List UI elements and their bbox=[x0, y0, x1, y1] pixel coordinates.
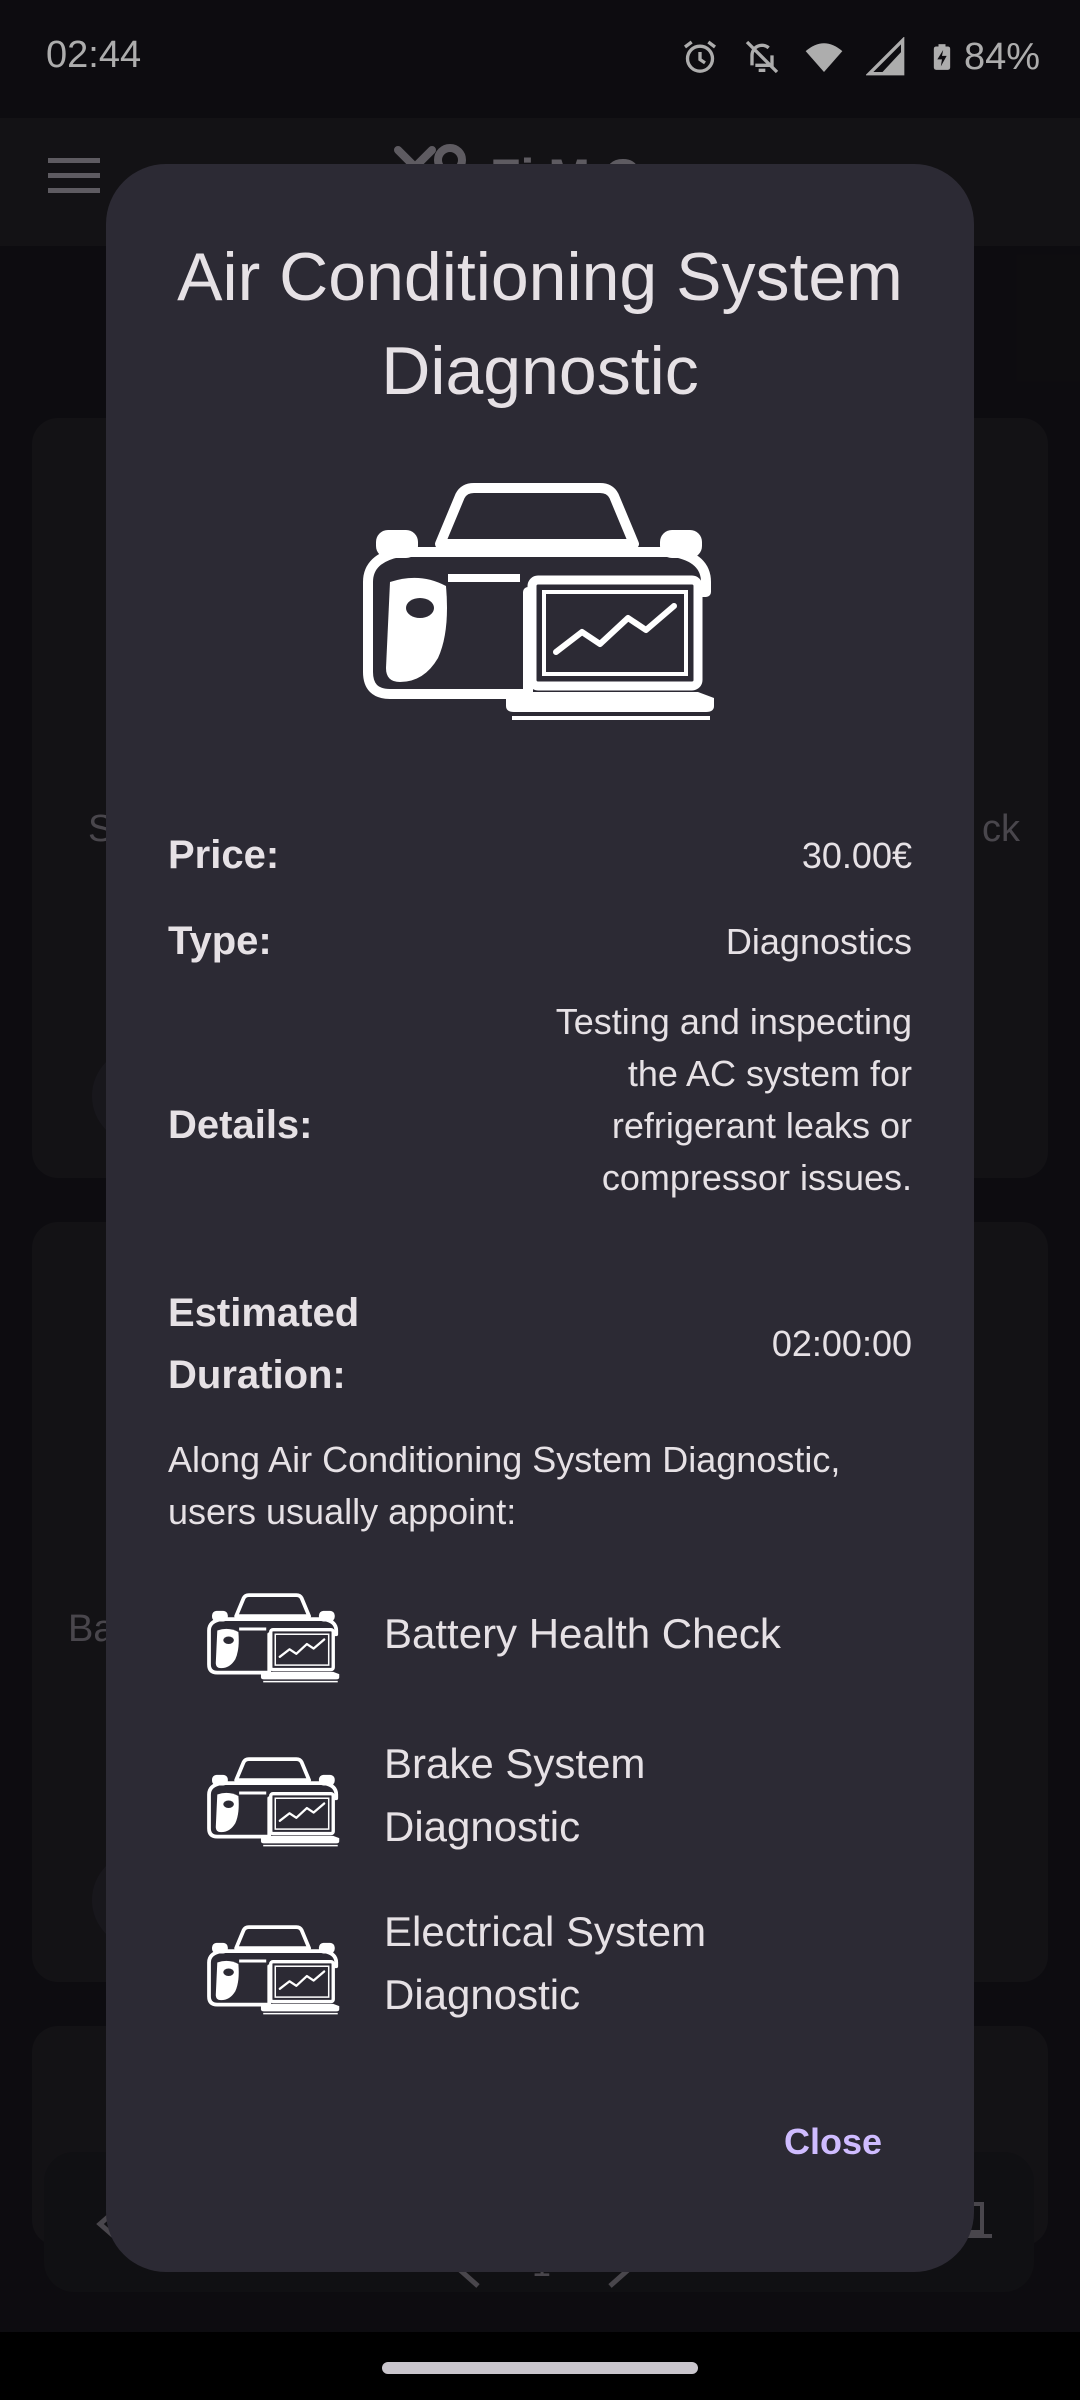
type-row: Type: Diagnostics bbox=[168, 910, 912, 972]
related-service-item[interactable]: Brake System Diagnostic bbox=[206, 1732, 886, 1872]
details-label: Details: bbox=[168, 1103, 313, 1147]
related-service-label: Electrical System Diagnostic bbox=[384, 1908, 707, 2018]
car-diagnostic-icon bbox=[206, 1756, 340, 1848]
price-row: Price: 30.00€ bbox=[168, 824, 912, 886]
price-label: Price: bbox=[168, 833, 280, 877]
duration-value: 02:00:00 bbox=[771, 1323, 912, 1364]
details-value: Testing and inspecting the AC system for… bbox=[555, 1001, 912, 1198]
service-details-dialog: Air Conditioning System Diagnostic Price… bbox=[106, 164, 974, 2272]
type-value: Diagnostics bbox=[725, 921, 912, 962]
related-service-label: Battery Health Check bbox=[384, 1610, 781, 1657]
close-button[interactable]: Close bbox=[758, 2100, 908, 2184]
price-value: 30.00€ bbox=[801, 835, 912, 876]
along-text: Along Air Conditioning System Diagnostic… bbox=[168, 1439, 841, 1532]
duration-label: Estimated Duration: bbox=[168, 1291, 360, 1397]
car-diagnostic-icon bbox=[206, 1924, 340, 2016]
car-diagnostic-icon bbox=[360, 472, 716, 732]
home-indicator[interactable] bbox=[382, 2362, 698, 2374]
related-service-label: Brake System Diagnostic bbox=[384, 1740, 646, 1850]
car-diagnostic-icon bbox=[206, 1592, 340, 1684]
related-service-item[interactable]: Electrical System Diagnostic bbox=[206, 1900, 886, 2040]
details-row: Details: Testing and inspecting the AC s… bbox=[168, 996, 912, 1256]
type-label: Type: bbox=[168, 919, 272, 963]
dialog-title: Air Conditioning System Diagnostic bbox=[177, 239, 903, 409]
related-service-item[interactable]: Battery Health Check bbox=[206, 1584, 886, 1694]
duration-row: Estimated Duration: 02:00:00 bbox=[168, 1282, 912, 1408]
